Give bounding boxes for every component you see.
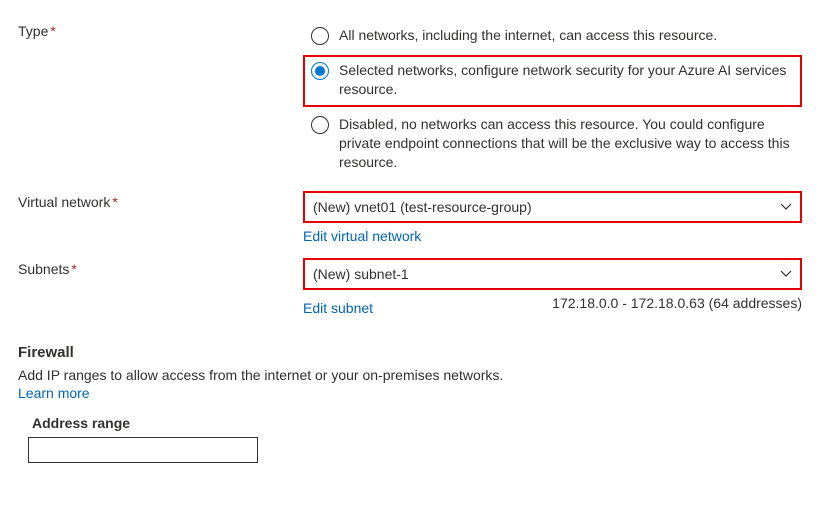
type-label: Type* <box>18 20 303 39</box>
address-range-label: Address range <box>32 415 802 431</box>
radio-icon <box>311 116 329 134</box>
edit-vnet-link[interactable]: Edit virtual network <box>303 228 421 244</box>
vnet-label: Virtual network* <box>18 191 303 210</box>
address-range-input[interactable] <box>28 437 258 463</box>
radio-icon <box>311 27 329 45</box>
type-option-disabled[interactable]: Disabled, no networks can access this re… <box>303 109 802 180</box>
type-option-selected-text: Selected networks, configure network sec… <box>339 61 794 99</box>
vnet-dropdown-value: (New) vnet01 (test-resource-group) <box>313 199 532 215</box>
radio-icon <box>311 62 329 80</box>
subnet-range-text: 172.18.0.0 - 172.18.0.63 (64 addresses) <box>552 295 802 316</box>
subnet-dropdown-value: (New) subnet-1 <box>313 266 409 282</box>
chevron-down-icon <box>780 268 792 280</box>
type-option-all[interactable]: All networks, including the internet, ca… <box>303 20 802 53</box>
chevron-down-icon <box>780 201 792 213</box>
type-option-all-text: All networks, including the internet, ca… <box>339 26 717 45</box>
type-option-selected[interactable]: Selected networks, configure network sec… <box>303 55 802 107</box>
type-option-disabled-text: Disabled, no networks can access this re… <box>339 115 794 172</box>
subnet-label: Subnets* <box>18 258 303 277</box>
firewall-desc: Add IP ranges to allow access from the i… <box>18 367 802 383</box>
subnet-label-text: Subnets <box>18 261 69 277</box>
firewall-title: Firewall <box>18 344 802 361</box>
subnet-dropdown[interactable]: (New) subnet-1 <box>303 258 802 290</box>
type-label-text: Type <box>18 23 48 39</box>
required-asterisk: * <box>71 261 76 277</box>
required-asterisk: * <box>112 194 117 210</box>
required-asterisk: * <box>50 23 55 39</box>
vnet-label-text: Virtual network <box>18 194 110 210</box>
edit-subnet-link[interactable]: Edit subnet <box>303 300 373 316</box>
learn-more-link[interactable]: Learn more <box>18 385 802 401</box>
vnet-dropdown[interactable]: (New) vnet01 (test-resource-group) <box>303 191 802 223</box>
